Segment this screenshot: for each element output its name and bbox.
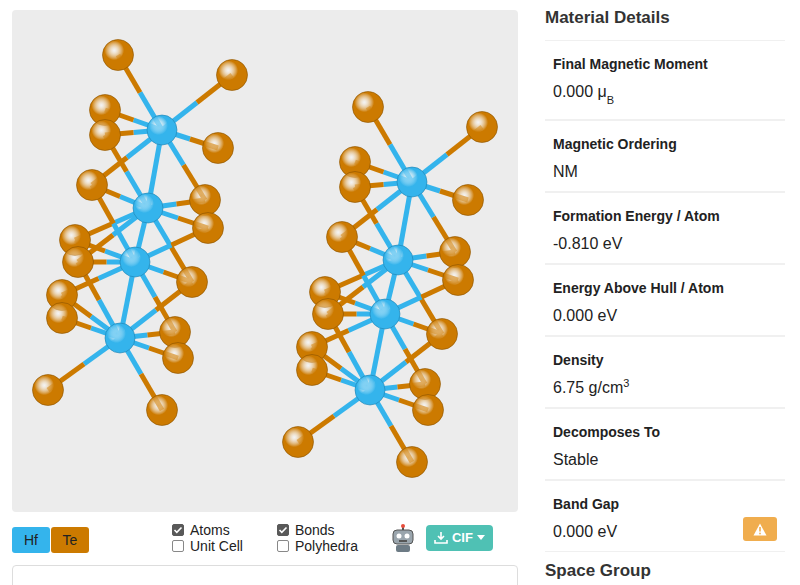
toggle-option[interactable]: Bonds	[277, 522, 358, 538]
detail-label: Density	[553, 350, 777, 370]
warning-button[interactable]	[743, 517, 777, 541]
detail-label: Decomposes To	[553, 422, 777, 442]
warning-icon	[753, 523, 767, 536]
structure-viewer[interactable]	[12, 10, 518, 512]
checkbox[interactable]	[277, 524, 289, 536]
check-icon	[278, 525, 288, 535]
detail-value: -0.810 eV	[553, 233, 777, 255]
detail-row: Magnetic Ordering NM	[545, 121, 785, 191]
detail-value: NM	[553, 161, 777, 183]
detail-value: 6.75 g/cm3	[553, 377, 777, 399]
section-title: Space Group	[545, 560, 785, 582]
toggle-label: Bonds	[295, 522, 335, 538]
toggle-option[interactable]: Polyhedra	[277, 538, 358, 554]
checkbox[interactable]	[277, 540, 289, 552]
detail-label: Magnetic Ordering	[553, 134, 777, 154]
caret-down-icon	[477, 535, 485, 541]
detail-row: Formation Energy / Atom -0.810 eV	[545, 193, 785, 263]
detail-value: 0.000 μB	[553, 81, 777, 111]
lower-panel	[12, 565, 518, 585]
detail-value: 0.000 eV	[553, 305, 777, 327]
detail-value: Stable	[553, 449, 777, 471]
detail-row: Band Gap0.000 eV	[545, 481, 785, 551]
detail-label: Formation Energy / Atom	[553, 206, 777, 226]
cif-download-button[interactable]: CIF	[426, 525, 493, 551]
detail-row: Energy Above Hull / Atom 0.000 eV	[545, 265, 785, 335]
toggle-option[interactable]: Atoms	[172, 522, 243, 538]
bonds	[48, 55, 482, 462]
download-icon	[434, 531, 448, 545]
element-legend-chip[interactable]: Te	[51, 527, 89, 553]
toggle-label: Polyhedra	[295, 538, 358, 554]
toggle-label: Atoms	[190, 522, 230, 538]
detail-label: Energy Above Hull / Atom	[553, 278, 777, 298]
section-title: Material Details	[545, 7, 785, 29]
checkbox[interactable]	[172, 540, 184, 552]
checkbox[interactable]	[172, 524, 184, 536]
element-legend-chip[interactable]: Hf	[12, 527, 50, 553]
atoms	[33, 40, 498, 478]
detail-label: Final Magnetic Moment	[553, 54, 777, 74]
check-icon	[173, 525, 183, 535]
toggle-option[interactable]: Unit Cell	[172, 538, 243, 554]
detail-label: Band Gap	[553, 494, 777, 514]
detail-row: Final Magnetic Moment 0.000 μB	[545, 41, 785, 119]
toggle-label: Unit Cell	[190, 538, 243, 554]
detail-row: Decomposes To Stable	[545, 409, 785, 479]
robot-icon[interactable]	[388, 523, 418, 553]
detail-row: Density 6.75 g/cm3	[545, 337, 785, 407]
